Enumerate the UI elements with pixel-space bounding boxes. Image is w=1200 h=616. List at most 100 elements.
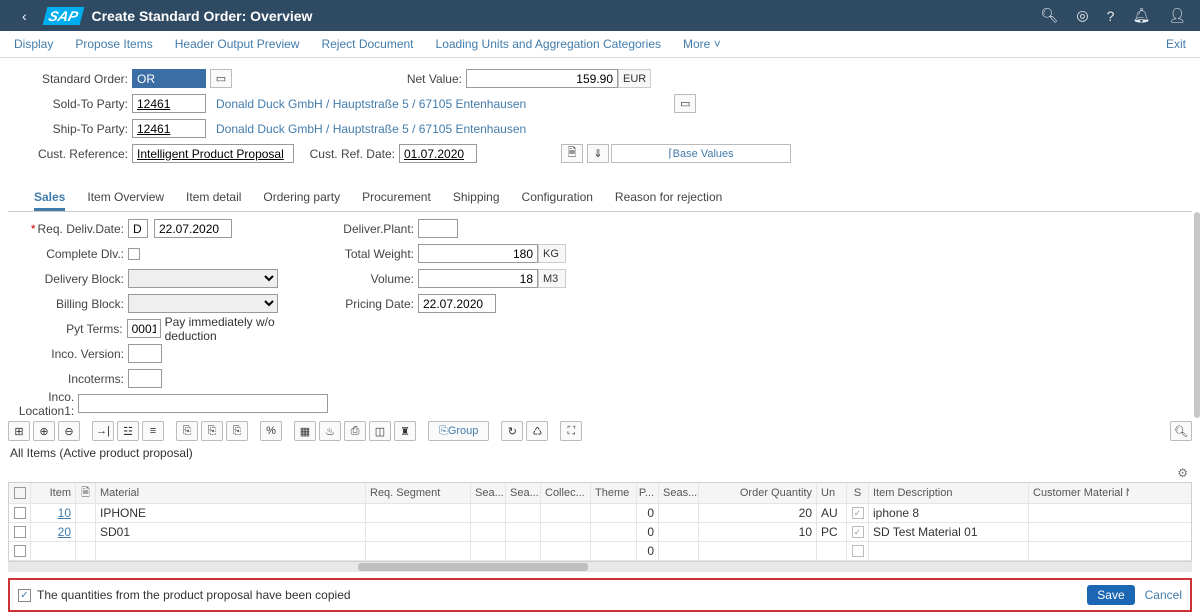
cell-segment[interactable] <box>366 504 471 522</box>
billing-block-select[interactable] <box>128 294 278 313</box>
cell-item[interactable]: 20 <box>31 523 76 541</box>
menu-exit[interactable]: Exit <box>1166 37 1186 51</box>
cell-seas[interactable] <box>659 542 699 560</box>
tool-nav1-icon[interactable]: →| <box>92 421 114 441</box>
user-icon[interactable]: 👤︎ <box>1168 7 1186 24</box>
cell-icon[interactable] <box>76 523 96 541</box>
col-p[interactable]: P... <box>637 483 659 503</box>
cell-s[interactable]: ✓ <box>847 504 869 522</box>
cell-unit[interactable]: AU <box>817 504 847 522</box>
sold-to-input[interactable] <box>132 94 206 113</box>
cell-s[interactable] <box>847 542 869 560</box>
inco-location1-input[interactable] <box>78 394 328 413</box>
row-select-checkbox[interactable] <box>14 507 26 519</box>
tool-copy1-icon[interactable]: ⎘ <box>176 421 198 441</box>
col-material[interactable]: Material <box>96 483 366 503</box>
table-row[interactable]: 0 <box>9 542 1191 561</box>
tab-item-detail[interactable]: Item detail <box>186 186 241 211</box>
cell-p[interactable]: 0 <box>637 504 659 522</box>
cell-sea1[interactable] <box>471 504 506 522</box>
col-item-desc[interactable]: Item Description <box>869 483 1029 503</box>
cell-sea2[interactable] <box>506 542 541 560</box>
tool-group-button[interactable]: ⎘ Group <box>428 421 489 441</box>
tab-reason-rejection[interactable]: Reason for rejection <box>615 186 722 211</box>
deliver-plant-input[interactable] <box>418 219 458 238</box>
delivery-block-select[interactable] <box>128 269 278 288</box>
doc-icon-2[interactable]: ⇓ <box>587 144 609 163</box>
bell-icon[interactable]: 🔔︎ <box>1132 7 1150 24</box>
cell-cmn[interactable] <box>1029 504 1129 522</box>
cell-material[interactable] <box>96 542 366 560</box>
tool-copy2-icon[interactable]: ⎘ <box>201 421 223 441</box>
bullseye-icon[interactable]: ◎ <box>1076 7 1088 24</box>
menu-reject-document[interactable]: Reject Document <box>321 37 413 51</box>
ship-to-name[interactable]: Donald Duck GmbH / Hauptstraße 5 / 67105… <box>216 122 526 136</box>
cell-unit[interactable] <box>817 542 847 560</box>
partner-details-icon[interactable]: ▭ <box>674 94 696 113</box>
cancel-button[interactable]: Cancel <box>1145 588 1182 602</box>
cell-seas[interactable] <box>659 504 699 522</box>
search-icon[interactable]: 🔍︎ <box>1041 7 1059 24</box>
col-order-qty[interactable]: Order Quantity <box>699 483 817 503</box>
cell-segment[interactable] <box>366 523 471 541</box>
cell-desc[interactable]: SD Test Material 01 <box>869 523 1029 541</box>
menu-propose-items[interactable]: Propose Items <box>75 37 152 51</box>
cell-item[interactable] <box>31 542 76 560</box>
cell-desc[interactable]: iphone 8 <box>869 504 1029 522</box>
cell-sea1[interactable] <box>471 523 506 541</box>
tool-a4-icon[interactable]: ◫ <box>369 421 391 441</box>
tool-a1-icon[interactable]: ▦ <box>294 421 316 441</box>
col-s[interactable]: S <box>847 483 869 503</box>
tab-ordering-party[interactable]: Ordering party <box>263 186 340 211</box>
cell-qty[interactable] <box>699 542 817 560</box>
tool-copy3-icon[interactable]: ⎘ <box>226 421 248 441</box>
req-deliv-code-input[interactable] <box>128 219 148 238</box>
col-unit[interactable]: Un <box>817 483 847 503</box>
cell-p[interactable]: 0 <box>637 523 659 541</box>
complete-dlv-checkbox[interactable] <box>128 248 140 260</box>
cell-collec[interactable] <box>541 542 591 560</box>
menu-display[interactable]: Display <box>14 37 53 51</box>
cell-icon[interactable] <box>76 504 96 522</box>
cell-qty[interactable]: 10 <box>699 523 817 541</box>
total-weight-input[interactable] <box>418 244 538 263</box>
base-values-button[interactable]: ⌈ Base Values <box>611 144 791 163</box>
cell-collec[interactable] <box>541 504 591 522</box>
incoterms-input[interactable] <box>128 369 162 388</box>
back-icon[interactable]: ‹ <box>14 4 35 28</box>
value-help-icon[interactable]: ▭ <box>210 69 232 88</box>
cell-cmn[interactable] <box>1029 523 1129 541</box>
pricing-date-input[interactable] <box>418 294 496 313</box>
col-cust-mat[interactable]: Customer Material Numl <box>1029 483 1129 503</box>
tool-a2-icon[interactable]: ♨ <box>319 421 341 441</box>
cell-theme[interactable] <box>591 504 637 522</box>
menu-more[interactable]: More ˅ <box>683 37 721 51</box>
cell-icon[interactable] <box>76 542 96 560</box>
col-select[interactable] <box>9 483 31 503</box>
inco-version-input[interactable] <box>128 344 162 363</box>
cust-ref-date-input[interactable] <box>399 144 477 163</box>
col-theme[interactable]: Theme <box>591 483 637 503</box>
tool-list1-icon[interactable]: ☳ <box>117 421 139 441</box>
tool-find-icon[interactable]: ↻ <box>501 421 523 441</box>
cell-desc[interactable] <box>869 542 1029 560</box>
cell-seas[interactable] <box>659 523 699 541</box>
cell-item[interactable]: 10 <box>31 504 76 522</box>
menu-header-output[interactable]: Header Output Preview <box>175 37 300 51</box>
volume-input[interactable] <box>418 269 538 288</box>
col-sea2[interactable]: Sea... <box>506 483 541 503</box>
col-req-segment[interactable]: Req. Segment <box>366 483 471 503</box>
tool-expand-icon[interactable]: ⛶ <box>560 421 582 441</box>
cell-theme[interactable] <box>591 542 637 560</box>
doc-icon-1[interactable]: 🗎 <box>561 144 583 163</box>
cell-p[interactable]: 0 <box>637 542 659 560</box>
help-icon[interactable]: ? <box>1107 8 1115 24</box>
cell-material[interactable]: IPHONE <box>96 504 366 522</box>
standard-order-input[interactable] <box>132 69 206 88</box>
save-button[interactable]: Save <box>1087 585 1134 605</box>
row-select-checkbox[interactable] <box>14 526 26 538</box>
cell-s[interactable]: ✓ <box>847 523 869 541</box>
tool-add-icon[interactable]: ⊕ <box>33 421 55 441</box>
sold-to-name[interactable]: Donald Duck GmbH / Hauptstraße 5 / 67105… <box>216 97 526 111</box>
cell-sea2[interactable] <box>506 504 541 522</box>
